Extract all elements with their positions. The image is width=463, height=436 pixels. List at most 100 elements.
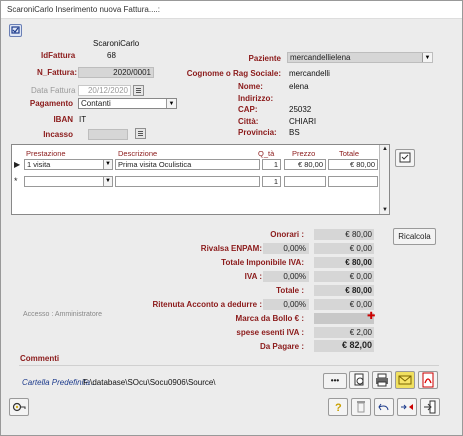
paziente-label: Paziente — [248, 54, 281, 63]
pagare-value: € 82,00 — [314, 340, 374, 352]
nfattura-input[interactable]: 2020/0001 — [78, 67, 154, 78]
commenti-label: Commenti — [20, 354, 60, 363]
data-fattura-input[interactable]: 20/12/2020 — [78, 85, 131, 96]
window-title: ScaroniCarlo Inserimento nuova Fattura..… — [7, 5, 160, 14]
prestazione-cell[interactable]: 1 visita ▼ — [24, 159, 113, 170]
cap-value: 25032 — [289, 105, 312, 114]
pagamento-label: Pagamento — [29, 99, 73, 108]
imponibile-label: Totale Imponibile IVA: — [221, 258, 304, 267]
table-row[interactable]: ▶ 1 visita ▼ Prima visita Oculistica 1 €… — [12, 159, 389, 171]
ritenuta-label: Ritenuta Acconto a dedurre : — [152, 300, 263, 309]
nome-value: elena — [289, 82, 309, 91]
navigate-icon[interactable] — [397, 398, 417, 416]
svg-text:?: ? — [335, 402, 342, 414]
enpam-label: Rivalsa ENPAM: — [200, 244, 262, 253]
calendar-icon[interactable] — [135, 128, 146, 139]
idfattura-label: IdFattura — [41, 51, 76, 60]
qta-cell[interactable]: 1 — [262, 176, 281, 187]
scroll-up-icon[interactable]: ▲ — [382, 146, 388, 152]
totale-label: Totale : — [276, 286, 304, 295]
ritenuta-value: € 0,00 — [314, 299, 374, 310]
enpam-pct[interactable]: 0,00% — [263, 243, 309, 254]
calendar-icon[interactable] — [133, 85, 144, 96]
pagare-label: Da Pagare : — [259, 342, 304, 351]
descrizione-cell[interactable]: Prima visita Oculistica — [115, 159, 260, 170]
provincia-value: BS — [289, 128, 300, 137]
onorari-label: Onorari : — [270, 230, 304, 239]
citta-label: Città: — [238, 117, 259, 126]
col-header-qta: Q_tà — [258, 149, 275, 158]
prezzo-cell[interactable] — [284, 176, 326, 187]
confirm-icon[interactable] — [395, 149, 415, 167]
prestazione-value: 1 visita — [27, 160, 51, 169]
iva-label: IVA : — [244, 272, 262, 281]
pdf-icon[interactable] — [418, 371, 438, 389]
print-icon[interactable] — [372, 371, 392, 389]
col-header-prezzo: Prezzo — [292, 149, 316, 158]
cognome-label: Cognome o Rag Sociale: — [186, 69, 281, 78]
email-icon[interactable] — [395, 371, 415, 389]
table-row[interactable]: * ▼ 1 — [12, 176, 389, 188]
paziente-value: mercandellielena — [290, 53, 351, 62]
row-marker: * — [14, 176, 18, 186]
more-button[interactable]: ••• — [323, 373, 347, 389]
iban-value: IT — [79, 115, 87, 124]
vertical-scrollbar[interactable]: ▲ ▼ — [379, 145, 389, 214]
title-bar: ScaroniCarlo Inserimento nuova Fattura..… — [1, 1, 462, 19]
scroll-down-icon[interactable]: ▼ — [382, 207, 388, 213]
help-icon[interactable]: ? — [328, 398, 348, 416]
imponibile-value: € 80,00 — [314, 257, 374, 268]
onorari-value: € 80,00 — [314, 229, 374, 240]
col-header-totale: Totale — [339, 149, 360, 158]
pagamento-select[interactable]: Contanti ▼ — [78, 98, 177, 109]
refresh-icon[interactable] — [9, 24, 22, 37]
prestazione-cell[interactable]: ▼ — [24, 176, 113, 187]
cursor-icon: ✚ — [367, 311, 376, 322]
bollo-input[interactable] — [314, 313, 374, 324]
key-icon[interactable] — [9, 398, 29, 416]
prezzo-cell[interactable]: € 80,00 — [284, 159, 326, 170]
qta-cell[interactable]: 1 — [262, 159, 281, 170]
prestazioni-grid[interactable]: Prestazione Descrizione Q_tà Prezzo Tota… — [11, 144, 390, 215]
delete-icon[interactable] — [351, 398, 371, 416]
commenti-divider — [19, 365, 439, 366]
citta-value: CHIARI — [289, 117, 317, 126]
iva-value: € 0,00 — [314, 271, 374, 282]
idfattura-value: 68 — [107, 51, 116, 60]
incasso-label: Incasso — [43, 130, 73, 139]
cap-label: CAP: — [238, 105, 258, 114]
app-window: ScaroniCarlo Inserimento nuova Fattura..… — [0, 0, 463, 436]
cognome-value: mercandelli — [289, 69, 330, 78]
spese-label: spese esenti IVA : — [236, 328, 304, 337]
paziente-select[interactable]: mercandellielena ▼ — [287, 52, 433, 63]
indirizzo-label: Indirizzo: — [238, 94, 274, 103]
nome-label: Nome: — [238, 82, 263, 91]
provincia-label: Provincia: — [238, 128, 277, 137]
preview-icon[interactable] — [349, 371, 369, 389]
iban-label: IBAN — [53, 115, 73, 124]
iva-pct[interactable]: 0,00% — [263, 271, 309, 282]
spese-value: € 2,00 — [314, 327, 374, 338]
ritenuta-pct[interactable]: 0,00% — [263, 299, 309, 310]
exit-icon[interactable] — [420, 398, 440, 416]
row-marker: ▶ — [14, 160, 21, 169]
chevron-down-icon[interactable]: ▼ — [166, 99, 176, 108]
cartella-value: F:\database\SOcu\Socu0906\Source\ — [83, 378, 216, 387]
col-header-prestazione: Prestazione — [26, 149, 66, 158]
ricalcola-button[interactable]: Ricalcola — [393, 228, 436, 245]
col-header-descrizione: Descrizione — [118, 149, 158, 158]
chevron-down-icon[interactable]: ▼ — [103, 160, 112, 169]
incasso-input[interactable] — [88, 129, 128, 140]
enpam-value: € 0,00 — [314, 243, 374, 254]
data-fattura-label: Data Fattura — [31, 86, 76, 95]
medico-name: ScaroniCarlo — [93, 39, 140, 48]
undo-icon[interactable] — [374, 398, 394, 416]
totale-cell[interactable] — [328, 176, 378, 187]
pagamento-value: Contanti — [81, 99, 111, 108]
chevron-down-icon[interactable]: ▼ — [422, 53, 432, 62]
nfattura-label: N_Fattura: — [36, 68, 77, 77]
bollo-label: Marca da Bollo € : — [235, 314, 304, 323]
descrizione-cell[interactable] — [115, 176, 260, 187]
chevron-down-icon[interactable]: ▼ — [103, 177, 112, 186]
totale-cell[interactable]: € 80,00 — [328, 159, 378, 170]
